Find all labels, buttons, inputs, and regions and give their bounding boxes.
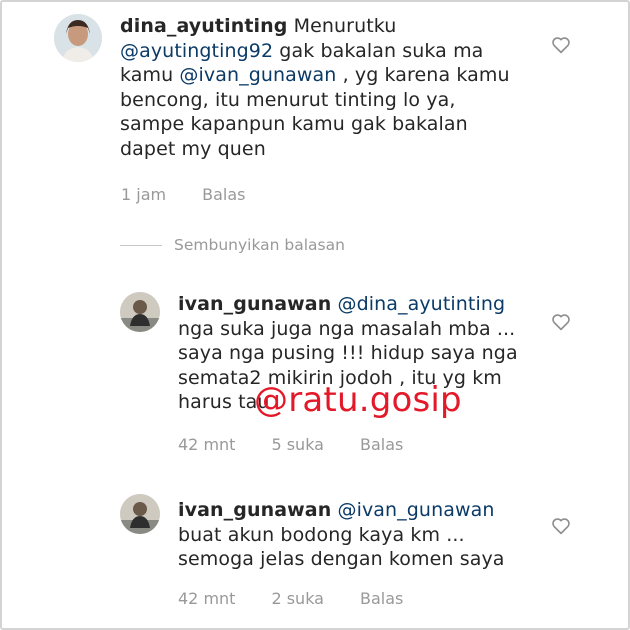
hide-replies-label[interactable]: Sembunyikan balasan	[174, 236, 345, 254]
comment-text: Menurutku	[293, 15, 397, 37]
comment-body-1: dina_ayutinting Menurutku @ayutingting92…	[120, 14, 560, 161]
hide-replies-toggle[interactable]: Sembunyikan balasan	[120, 236, 345, 254]
comment-username[interactable]: dina_ayutinting	[120, 15, 287, 37]
comment-text: bencong, itu menurut tinting lo ya,	[120, 88, 456, 111]
comment-text: buat akun bodong kaya km ...	[178, 523, 465, 546]
comment-text: gak bakalan suka ma	[273, 39, 484, 62]
comment-text: nga suka juga nga masalah mba ...	[178, 317, 516, 340]
comment-time: 42 mnt	[178, 589, 236, 608]
divider-line	[120, 244, 162, 246]
comment-meta-3: 42 mnt 2 suka Balas	[178, 589, 403, 608]
comment-text: kamu	[120, 64, 180, 86]
reply-button[interactable]: Balas	[360, 589, 403, 608]
likes-count[interactable]: 5 suka	[271, 435, 324, 454]
heart-outline-icon[interactable]	[551, 313, 571, 331]
reply-button[interactable]: Balas	[360, 435, 403, 454]
avatar-photo-icon	[54, 14, 102, 62]
mention-link[interactable]: @ivan_gunawan	[337, 499, 494, 521]
reply-button[interactable]: Balas	[202, 185, 245, 204]
avatar-dina-ayutinting[interactable]	[54, 14, 102, 62]
comment-text: sampe kapanpun kamu gak bakalan	[120, 113, 468, 135]
avatar-photo-icon	[120, 494, 160, 534]
comment-text: saya nga pusing !!! hidup saya nga	[178, 342, 518, 364]
comment-meta-1: 1 jam Balas	[121, 185, 245, 204]
comment-time: 1 jam	[121, 185, 167, 204]
comment-body-3: ivan_gunawan @ivan_gunawan buat akun bod…	[178, 498, 558, 572]
comment-meta-2: 42 mnt 5 suka Balas	[178, 435, 403, 454]
mention-link[interactable]: @dina_ayutinting	[337, 293, 505, 315]
comment-text: , yg karena kamu	[336, 64, 510, 86]
comment-username[interactable]: ivan_gunawan	[178, 293, 331, 315]
avatar-ivan-gunawan[interactable]	[120, 292, 160, 332]
heart-outline-icon[interactable]	[551, 517, 571, 535]
comment-text: dapet my quen	[120, 137, 266, 160]
mention-link[interactable]: @ivan_gunawan	[179, 64, 336, 86]
likes-count[interactable]: 2 suka	[271, 589, 324, 608]
avatar-ivan-gunawan[interactable]	[120, 494, 160, 534]
comment-time: 42 mnt	[178, 435, 236, 454]
heart-outline-icon[interactable]	[551, 36, 571, 54]
watermark: @ratu.gosip	[254, 380, 462, 420]
mention-link[interactable]: @ayutingting92	[120, 40, 273, 62]
comment-thread-panel: dina_ayutinting Menurutku @ayutingting92…	[0, 0, 630, 630]
comment-username[interactable]: ivan_gunawan	[178, 499, 331, 521]
avatar-photo-icon	[120, 292, 160, 332]
comment-text: semoga jelas dengan komen saya	[178, 548, 505, 570]
